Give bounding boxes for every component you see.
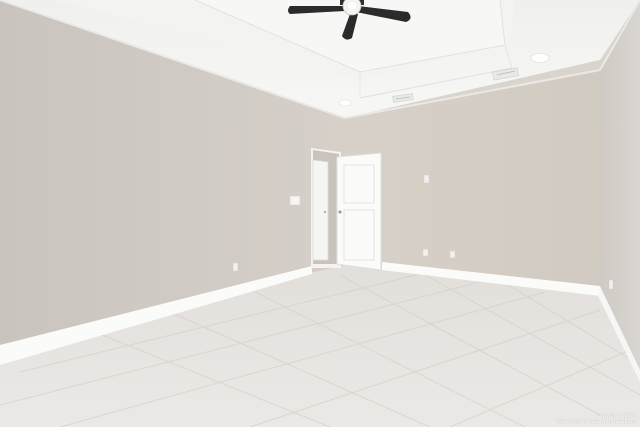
outlet-right-wall [608,279,614,290]
outlet-left-wall [232,262,239,272]
hallway-door[interactable] [312,159,329,261]
door-knob-icon [323,210,327,214]
light-switch[interactable] [289,195,301,206]
bedroom-door[interactable] [336,152,382,271]
outlet-back-wall-1 [422,248,429,257]
door-handle-icon[interactable] [338,210,342,214]
watermark-line-2: San Antonio Board of Realtors [555,419,636,425]
copyright-watermark: Copyright 2025 San Antonio Board of Real… [555,413,636,425]
recessed-light-icon [530,53,550,63]
thermostat-plate [423,174,430,184]
outlet-back-wall-2 [449,250,456,259]
empty-room-photo [0,0,640,427]
recessed-light-icon [338,99,352,107]
